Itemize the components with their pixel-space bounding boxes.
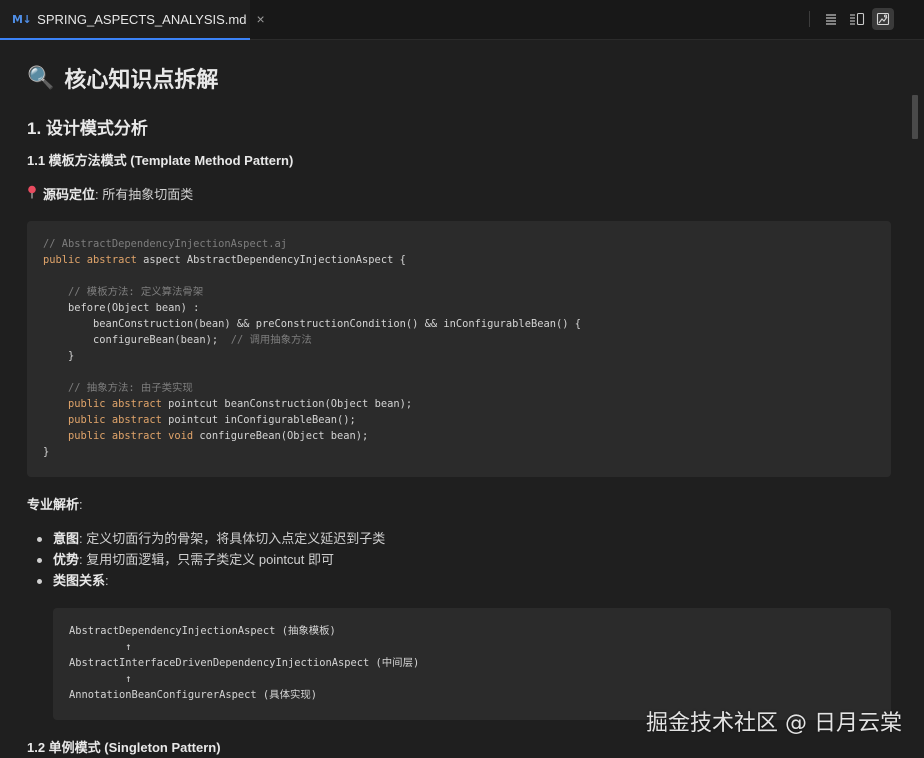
code-keyword: public abstract [43, 254, 137, 266]
subsection-heading: 1.1 模板方法模式 (Template Method Pattern) [27, 153, 294, 168]
source-location-line: 源码定位 : 所有抽象切面类 [27, 184, 193, 203]
code-text: } [43, 446, 50, 458]
magnifier-icon: 🔍 [27, 65, 55, 90]
subsection-heading-singleton: 1.2 单例模式 (Singleton Pattern) [27, 740, 221, 755]
diagram-line: AbstractDependencyInjectionAspect (抽象模板) [69, 625, 336, 637]
analysis-list: 意图: 定义切面行为的骨架，将具体切入点定义延迟到子类 优势: 复用切面逻辑，只… [36, 530, 386, 593]
code-comment: // 模板方法: 定义算法骨架 [68, 286, 204, 298]
vertical-scrollbar[interactable] [910, 40, 924, 758]
analysis-colon: : [79, 497, 83, 512]
code-keyword: public abstract [68, 398, 162, 410]
list-item: 优势: 复用切面逻辑，只需子类定义 pointcut 即可 [36, 551, 385, 572]
analysis-label: 专业解析 [27, 497, 80, 512]
code-text: configureBean(Object bean); [193, 430, 369, 442]
source-location-label: 源码定位 [43, 187, 96, 202]
page-title: 🔍 核心知识点拆解 [27, 62, 218, 94]
tab-title: SPRING_ASPECTS_ANALYSIS.md [37, 11, 247, 27]
code-comment: // AbstractDependencyInjectionAspect.aj [43, 238, 287, 250]
code-keyword: public abstract void [68, 430, 194, 442]
list-item-text: : 定义切面行为的骨架，将具体切入点定义延迟到子类 [79, 531, 386, 546]
split-preview-icon[interactable] [846, 8, 868, 30]
code-block-aspect: // AbstractDependencyInjectionAspect.aj … [27, 221, 891, 477]
list-item-text: : 复用切面逻辑，只需子类定义 pointcut 即可 [79, 552, 334, 567]
pin-icon [27, 185, 37, 202]
diagram-line: AnnotationBeanConfigurerAspect (具体实现) [69, 689, 317, 701]
code-comment: // 抽象方法: 由子类实现 [68, 382, 193, 394]
list-icon[interactable] [820, 8, 842, 30]
list-item: 类图关系: [36, 572, 385, 593]
code-text: before(Object bean) : [68, 302, 200, 314]
diagram-line: AbstractInterfaceDrivenDependencyInjecti… [69, 657, 420, 669]
editor-tab-bar: M↓ SPRING_ASPECTS_ANALYSIS.md × [0, 0, 924, 40]
analysis-heading: 专业解析: [27, 494, 83, 513]
code-text: beanConstruction(bean) && preConstructio… [93, 318, 581, 330]
tab-spring-aspects-analysis[interactable]: M↓ SPRING_ASPECTS_ANALYSIS.md × [0, 0, 265, 40]
diagram-arrow: ↑ [69, 673, 132, 685]
section-heading: 1. 设计模式分析 [27, 119, 148, 138]
code-text: pointcut inConfigurableBean(); [161, 414, 356, 426]
code-block-class-diagram: AbstractDependencyInjectionAspect (抽象模板)… [53, 608, 891, 720]
list-item: 意图: 定义切面行为的骨架，将具体切入点定义延迟到子类 [36, 530, 386, 551]
scrollbar-thumb[interactable] [912, 95, 918, 139]
list-item-label: 类图关系 [53, 573, 106, 588]
code-text: } [68, 350, 75, 362]
editor-actions [809, 8, 894, 30]
source-location-text: : 所有抽象切面类 [95, 187, 194, 202]
page-title-text: 核心知识点拆解 [64, 67, 219, 92]
code-text: configureBean(bean); [93, 334, 219, 346]
list-item-label: 意图 [53, 531, 80, 546]
diagram-arrow: ↑ [69, 641, 132, 653]
code-text: pointcut beanConstruction(Object bean); [161, 398, 413, 410]
markdown-file-icon: M↓ [12, 12, 32, 26]
list-item-label: 优势 [53, 552, 80, 567]
code-comment: // 调用抽象方法 [230, 334, 312, 346]
toolbar-divider [809, 11, 810, 27]
watermark: 掘金技术社区 @ 日月云棠 [646, 711, 902, 736]
preview-icon[interactable] [872, 8, 894, 30]
code-text: aspect AbstractDependencyInjectionAspect… [136, 254, 406, 266]
list-item-text: : [105, 573, 109, 588]
close-icon[interactable]: × [256, 11, 264, 27]
code-keyword: public abstract [68, 414, 162, 426]
